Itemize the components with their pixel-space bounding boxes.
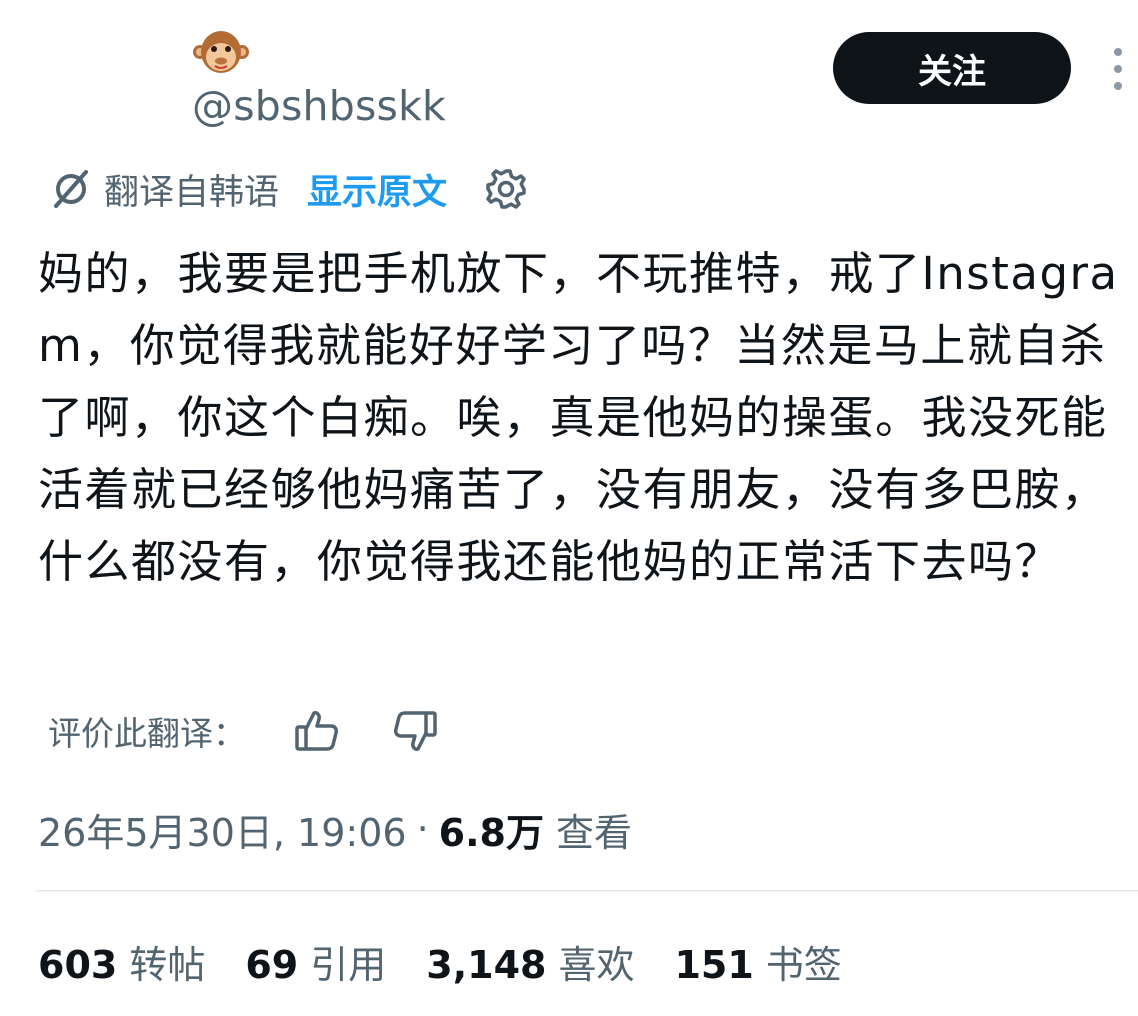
quotes-stat[interactable]: 69 引用 xyxy=(245,934,386,989)
rate-translation-row: 评价此翻译： xyxy=(48,700,442,762)
likes-count: 3,148 xyxy=(426,942,547,987)
thumbs-up-button[interactable] xyxy=(290,704,344,758)
divider xyxy=(36,890,1138,892)
thumbs-down-button[interactable] xyxy=(388,704,442,758)
rate-translation-label: 评价此翻译： xyxy=(48,714,246,753)
bookmarks-stat[interactable]: 151 书签 xyxy=(674,934,841,989)
likes-label: 喜欢 xyxy=(558,942,635,987)
views-count: 6.8万 xyxy=(438,810,544,855)
monkey-face-emoji-icon xyxy=(193,31,249,73)
views-label: 查看 xyxy=(555,810,632,855)
follow-button[interactable]: 关注 xyxy=(833,32,1071,104)
tweet-meta: 26年5月30日, 19:06 · 6.8万 查看 xyxy=(38,800,632,858)
quotes-label: 引用 xyxy=(310,942,387,987)
tweet-text: 妈的，我要是把手机放下，不玩推特，戒了Instagram，你觉得我就能好好学习了… xyxy=(38,247,1119,588)
show-original-link[interactable]: 显示原文 xyxy=(307,164,447,215)
reposts-label: 转帖 xyxy=(129,942,206,987)
meta-separator: · xyxy=(416,807,429,851)
reposts-stat[interactable]: 603 转帖 xyxy=(38,934,205,989)
reposts-count: 603 xyxy=(38,942,118,987)
quotes-count: 69 xyxy=(245,942,299,987)
gear-icon[interactable] xyxy=(483,166,529,212)
translate-icon xyxy=(54,170,88,208)
thumbs-up-icon xyxy=(295,711,338,751)
likes-stat[interactable]: 3,148 喜欢 xyxy=(426,934,634,989)
thumbs-down-icon xyxy=(394,711,437,751)
translated-from-label: 翻译自韩语 xyxy=(104,172,280,213)
engagement-stats: 603 转帖 69 引用 3,148 喜欢 151 书签 xyxy=(38,930,882,992)
user-handle[interactable]: @sbshbsskk xyxy=(192,80,446,132)
bookmarks-count: 151 xyxy=(674,942,754,987)
more-vertical-icon[interactable] xyxy=(1108,44,1128,94)
tweet-datetime[interactable]: 26年5月30日, 19:06 xyxy=(38,802,407,857)
bookmarks-label: 书签 xyxy=(765,942,842,987)
translation-bar: 翻译自韩语 显示原文 xyxy=(48,162,529,216)
